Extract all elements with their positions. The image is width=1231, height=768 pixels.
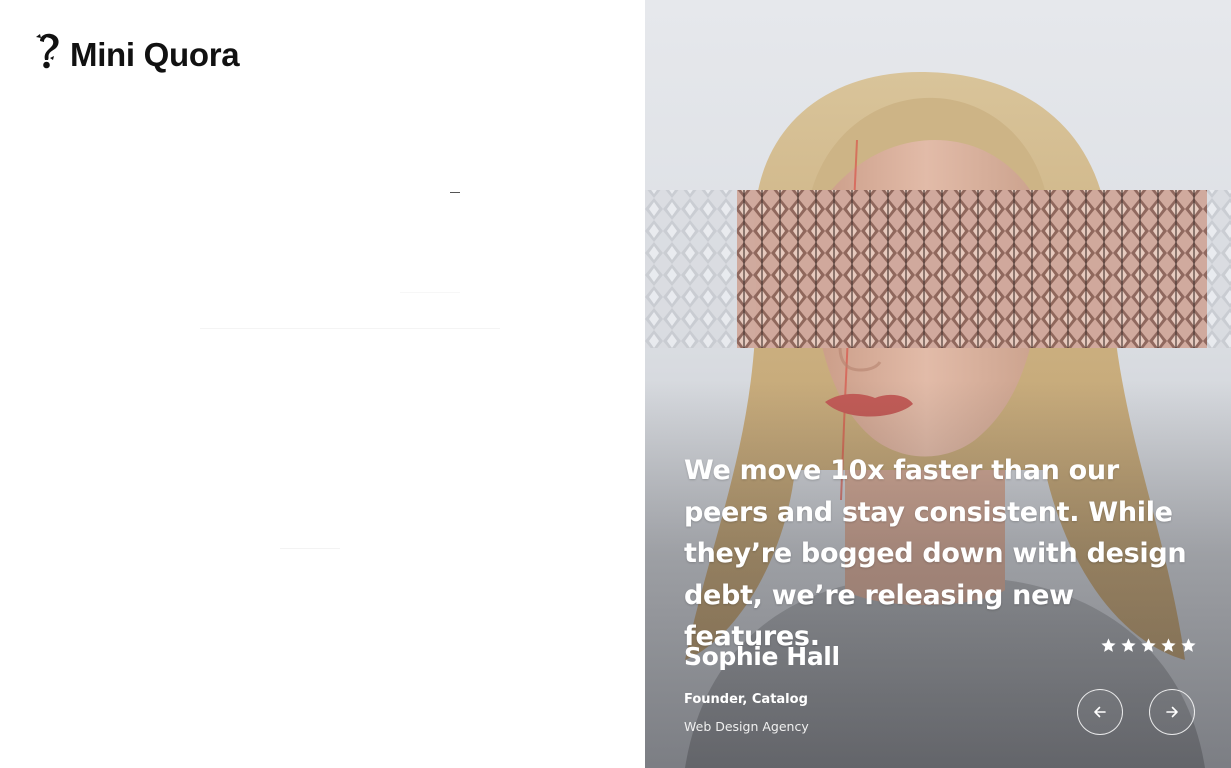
star-icon <box>1141 638 1156 652</box>
star-icon <box>1101 638 1116 652</box>
question-mark-face-icon <box>36 33 59 69</box>
testimonial-quote: We move 10x faster than our peers and st… <box>684 455 1187 652</box>
brand-name: Mini Quora <box>70 36 240 73</box>
previous-testimonial-button[interactable] <box>1077 689 1123 735</box>
star-icon <box>1181 638 1196 652</box>
testimonial-panel: We move 10x faster than our peers and st… <box>645 0 1231 768</box>
author-name: Sophie Hall <box>684 642 840 671</box>
login-form-area <box>200 180 500 560</box>
author-role: Founder, Catalog <box>684 692 808 707</box>
next-testimonial-button[interactable] <box>1149 689 1195 735</box>
login-page: Mini Quora We move 10x faster than our p… <box>0 0 1231 768</box>
star-icon <box>1161 638 1176 652</box>
star-icon <box>1121 638 1136 652</box>
author-company: Web Design Agency <box>684 719 809 734</box>
form-panel: Mini Quora <box>0 0 645 768</box>
arrow-right-icon <box>1166 706 1178 718</box>
brand-logo[interactable]: Mini Quora <box>34 30 240 74</box>
star-rating <box>1100 637 1197 654</box>
arrow-left-icon <box>1094 706 1106 718</box>
